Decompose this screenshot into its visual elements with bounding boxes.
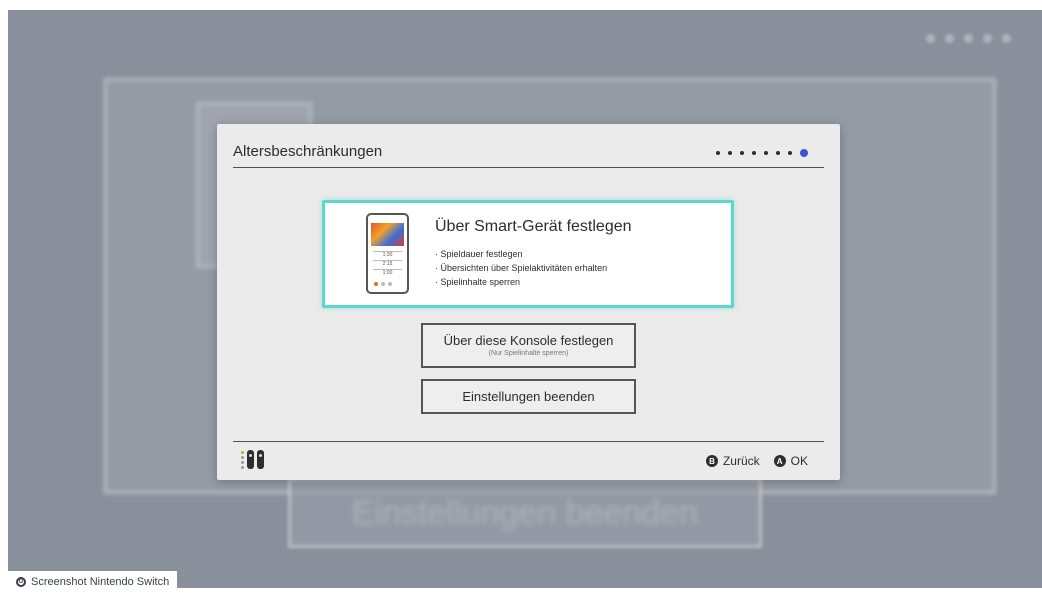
b-button-icon: B bbox=[705, 455, 718, 467]
background-dot bbox=[964, 34, 973, 43]
phone-row: 1:30 bbox=[373, 251, 402, 258]
dialog-title: Altersbeschränkungen bbox=[233, 143, 383, 160]
feature-item: Spielinhalte sperren bbox=[435, 275, 607, 289]
smart-option-features: Spieldauer festlegen Übersichten über Sp… bbox=[435, 247, 608, 289]
joycon-right-icon bbox=[257, 450, 264, 469]
background-dot bbox=[983, 34, 992, 43]
ok-label: OK bbox=[790, 454, 808, 468]
console-option-label: Über diese Konsole festlegen bbox=[443, 333, 614, 348]
footer-actions: B Zurück A OK bbox=[705, 454, 808, 468]
back-label: Zurück bbox=[722, 454, 760, 468]
screenshot-credit: G Screenshot Nintendo Switch bbox=[8, 571, 178, 593]
joycon-controller-icon bbox=[241, 450, 264, 469]
background-dot bbox=[926, 34, 935, 43]
back-button[interactable]: B Zurück bbox=[705, 454, 760, 468]
console-option-sublabel: (Nur Spielinhalte sperren) bbox=[488, 350, 569, 357]
step-dot bbox=[764, 151, 768, 155]
phone-nav-dot bbox=[388, 282, 392, 286]
parental-controls-dialog: Altersbeschränkungen 1:30 2:15 1:00 Über… bbox=[217, 124, 840, 480]
joycon-left-icon bbox=[247, 450, 254, 469]
controller-led bbox=[241, 460, 244, 464]
background-dots bbox=[926, 34, 1011, 43]
dialog-footer: B Zurück A OK bbox=[233, 441, 824, 481]
controller-led bbox=[241, 465, 244, 469]
smart-device-option-button[interactable]: 1:30 2:15 1:00 Über Smart-Gerät festlege… bbox=[322, 200, 734, 308]
controller-led bbox=[241, 455, 244, 459]
credit-text: Screenshot Nintendo Switch bbox=[31, 576, 170, 588]
step-dot bbox=[752, 151, 756, 155]
controller-leds bbox=[241, 450, 244, 469]
feature-item: Übersichten über Spielaktivitäten erhalt… bbox=[435, 261, 608, 275]
app-screen-banner bbox=[371, 223, 404, 246]
background-dot bbox=[945, 34, 954, 43]
step-dot-active bbox=[800, 149, 808, 157]
step-dot bbox=[788, 151, 792, 155]
copyright-icon: G bbox=[16, 577, 26, 587]
controller-led bbox=[241, 450, 244, 454]
dialog-header: Altersbeschränkungen bbox=[233, 124, 824, 168]
smart-option-title: Über Smart-Gerät festlegen bbox=[435, 218, 632, 235]
phone-nav-dot bbox=[381, 282, 385, 286]
console-option-button[interactable]: Über diese Konsole festlegen (Nur Spieli… bbox=[421, 323, 636, 368]
phone-nav-dots bbox=[374, 282, 392, 286]
background-button-label: Einstellungen beenden bbox=[352, 493, 698, 532]
feature-item: Spieldauer festlegen bbox=[435, 247, 607, 261]
step-indicator bbox=[716, 149, 808, 157]
step-dot bbox=[728, 151, 732, 155]
phone-nav-dot bbox=[374, 282, 378, 286]
end-settings-button[interactable]: Einstellungen beenden bbox=[421, 379, 636, 414]
step-dot bbox=[740, 151, 744, 155]
background-end-button: Einstellungen beenden bbox=[288, 478, 762, 548]
background-dot bbox=[1002, 34, 1011, 43]
smartphone-app-icon: 1:30 2:15 1:00 bbox=[366, 213, 409, 294]
step-dot bbox=[776, 151, 780, 155]
end-settings-label: Einstellungen beenden bbox=[462, 389, 595, 404]
phone-row: 2:15 bbox=[373, 260, 402, 267]
phone-row: 1:00 bbox=[373, 269, 402, 276]
a-button-icon: A bbox=[773, 455, 786, 467]
step-dot bbox=[716, 151, 720, 155]
ok-button[interactable]: A OK bbox=[773, 454, 808, 468]
